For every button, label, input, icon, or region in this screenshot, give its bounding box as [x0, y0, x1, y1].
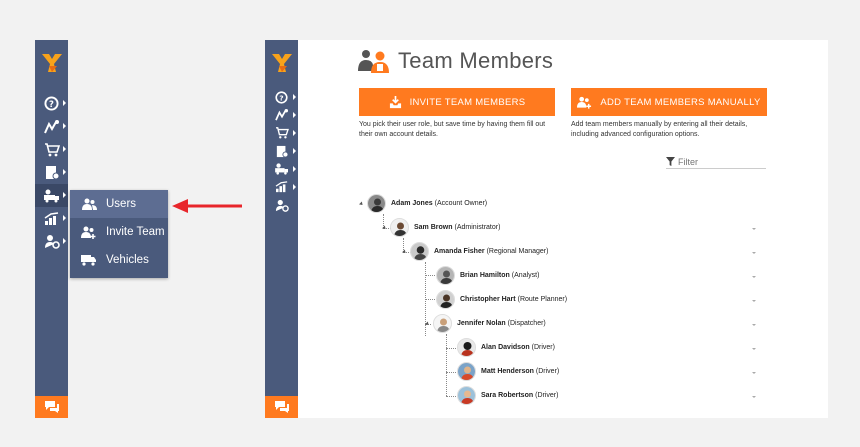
- nav-addressbook[interactable]: [35, 161, 68, 184]
- member-name: Amanda Fisher: [434, 248, 485, 255]
- cart-icon: [275, 127, 289, 139]
- cart-icon: [44, 142, 60, 156]
- flyout-invite-team-label: Invite Team: [106, 226, 165, 238]
- tree-node-7[interactable]: Matt Henderson (Driver): [457, 362, 559, 381]
- user-settings-icon: [44, 235, 60, 249]
- nav-analytics[interactable]: [265, 178, 298, 196]
- member-role: (Route Planner): [517, 296, 568, 303]
- svg-text:?: ?: [279, 93, 283, 102]
- member-name: Christopher Hart: [460, 296, 516, 303]
- flyout-users-label: Users: [106, 198, 137, 210]
- row-options-caret-icon[interactable]: [752, 276, 756, 278]
- member-name: Jennifer Nolan: [457, 320, 506, 327]
- invite-team-icon: [81, 226, 96, 239]
- member-role: (Regional Manager): [486, 248, 549, 255]
- avatar: [457, 362, 476, 381]
- row-options-caret-icon[interactable]: [752, 396, 756, 398]
- flyout-invite-team[interactable]: Invite Team: [70, 218, 168, 246]
- member-role: (Analyst): [511, 272, 540, 279]
- chat-icon: [274, 401, 289, 413]
- nav-user-settings[interactable]: [265, 196, 298, 214]
- avatar: [410, 242, 429, 261]
- team-flyout-menu: Users Invite Team Vehicles: [70, 190, 168, 278]
- tree-node-2[interactable]: Amanda Fisher (Regional Manager): [402, 242, 549, 261]
- member-role: (Account Owner): [434, 200, 488, 207]
- right-sidebar: ?: [265, 40, 298, 418]
- nav-team[interactable]: [35, 184, 68, 207]
- avatar: [390, 218, 409, 237]
- user-settings-icon: [275, 199, 289, 212]
- route-icon: [274, 109, 288, 121]
- route-icon: [43, 119, 59, 133]
- member-role: (Driver): [535, 368, 560, 375]
- users-icon: [81, 198, 97, 210]
- row-options-caret-icon[interactable]: [752, 228, 756, 230]
- tree-node-5[interactable]: Jennifer Nolan (Dispatcher): [425, 314, 546, 333]
- row-options-caret-icon[interactable]: [752, 300, 756, 302]
- tree-node-3[interactable]: Brian Hamilton (Analyst): [436, 266, 539, 285]
- flyout-vehicles[interactable]: Vehicles: [70, 246, 168, 274]
- member-name: Alan Davidson: [481, 344, 530, 351]
- address-book-icon: [276, 145, 288, 157]
- nav-orders[interactable]: [35, 138, 68, 161]
- nav-routes[interactable]: [35, 115, 68, 138]
- svg-text:?: ?: [49, 99, 54, 109]
- row-options-caret-icon[interactable]: [752, 348, 756, 350]
- tree-node-6[interactable]: Alan Davidson (Driver): [457, 338, 555, 357]
- avatar: [436, 290, 455, 309]
- tree-node-4[interactable]: Christopher Hart (Route Planner): [436, 290, 567, 309]
- member-name: Matt Henderson: [481, 368, 534, 375]
- nav-team[interactable]: [265, 160, 298, 178]
- analytics-icon: [44, 211, 58, 225]
- nav-orders[interactable]: [265, 124, 298, 142]
- tree-node-1[interactable]: Sam Brown (Administrator): [382, 218, 501, 237]
- help-icon: ?: [275, 90, 288, 104]
- team-truck-icon: [43, 189, 59, 202]
- help-icon: ?: [44, 96, 59, 111]
- member-role: (Driver): [531, 344, 555, 351]
- nav-routes[interactable]: [265, 106, 298, 124]
- chat-icon: [44, 401, 59, 413]
- collapse-toggle-icon[interactable]: [359, 201, 364, 206]
- row-options-caret-icon[interactable]: [752, 324, 756, 326]
- tree-node-0[interactable]: Adam Jones (Account Owner): [359, 194, 488, 213]
- flyout-users[interactable]: Users: [70, 190, 168, 218]
- row-options-caret-icon[interactable]: [752, 372, 756, 374]
- pointer-arrow-icon: [172, 199, 242, 213]
- collapse-toggle-icon[interactable]: [402, 249, 407, 254]
- avatar: [436, 266, 455, 285]
- team-tree: Adam Jones (Account Owner) Sam Brown (Ad…: [298, 40, 828, 418]
- app-logo-icon[interactable]: [271, 52, 293, 74]
- truck-icon: [81, 255, 96, 266]
- member-name: Adam Jones: [391, 200, 433, 207]
- member-role: (Driver): [535, 392, 559, 399]
- chat-button[interactable]: [265, 396, 298, 418]
- avatar: [367, 194, 386, 213]
- analytics-icon: [275, 181, 287, 193]
- nav-analytics[interactable]: [35, 207, 68, 230]
- nav-addressbook[interactable]: [265, 142, 298, 160]
- chat-button[interactable]: [35, 396, 68, 418]
- avatar: [457, 338, 476, 357]
- avatar: [457, 386, 476, 405]
- row-options-caret-icon[interactable]: [752, 252, 756, 254]
- member-name: Brian Hamilton: [460, 272, 510, 279]
- address-book-icon: [45, 166, 59, 180]
- app-logo-icon[interactable]: [41, 52, 63, 74]
- member-name: Sam Brown: [414, 224, 453, 231]
- flyout-vehicles-label: Vehicles: [106, 254, 149, 266]
- member-name: Sara Robertson: [481, 392, 534, 399]
- left-sidebar: ?: [35, 40, 68, 418]
- member-role: (Administrator): [454, 224, 501, 231]
- nav-user-settings[interactable]: [35, 230, 68, 253]
- nav-help[interactable]: ?: [265, 88, 298, 106]
- nav-help[interactable]: ?: [35, 92, 68, 115]
- collapse-toggle-icon[interactable]: [382, 225, 387, 230]
- tree-node-8[interactable]: Sara Robertson (Driver): [457, 386, 558, 405]
- team-members-panel: Team Members INVITE TEAM MEMBERS ADD TEA…: [298, 40, 828, 418]
- team-truck-icon: [274, 163, 288, 175]
- member-role: (Dispatcher): [507, 320, 546, 327]
- avatar: [433, 314, 452, 333]
- collapse-toggle-icon[interactable]: [425, 321, 430, 326]
